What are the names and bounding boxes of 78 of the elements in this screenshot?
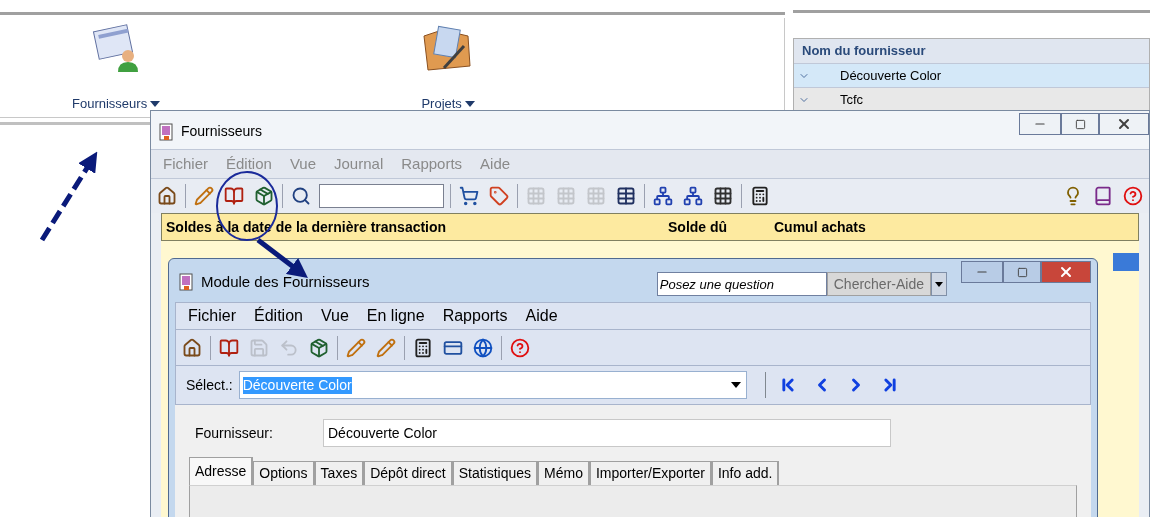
supplier-name-field[interactable]: Découverte Color [323,419,891,447]
grid-icon [526,186,546,206]
tab[interactable]: Options [253,461,315,485]
pencil-icon [194,186,214,206]
tab[interactable]: Info add. [711,461,780,485]
maximize-icon [1074,118,1086,130]
menu-item[interactable]: Édition [254,304,303,328]
grid-icon [713,186,733,206]
box-icon [309,337,329,358]
tree-icon [653,186,673,206]
home-icon [157,186,177,206]
calculator-icon [750,186,770,206]
cart-icon [459,186,479,206]
tag-icon [489,186,509,206]
tab[interactable]: Dépôt direct [364,461,453,485]
tab[interactable]: Adresse [189,457,254,485]
save-icon [249,337,269,358]
maximize-button[interactable] [1061,113,1099,135]
pencil-icon [346,337,366,358]
search-field[interactable] [319,184,444,208]
menu-item[interactable]: Rapports [442,304,508,328]
tree-button[interactable] [681,184,705,208]
tab[interactable]: Statistiques [452,461,539,485]
pencil-button[interactable] [192,184,216,208]
help-icon [510,337,530,358]
home-icon [182,337,202,358]
close-icon [1058,264,1074,280]
question-field[interactable]: Posez une question [656,272,827,296]
book-icon [224,186,244,206]
box-icon [254,186,274,206]
globe-icon [473,337,493,358]
table-icon [616,186,636,206]
select-label: Sélect.: [186,375,233,395]
selected-row [1113,253,1139,271]
minimize-button[interactable] [1019,113,1061,135]
undo-icon [279,337,299,358]
close-button[interactable] [1099,113,1149,135]
maximize-button[interactable] [1003,261,1041,283]
tag-button[interactable] [487,184,511,208]
help-button[interactable] [1121,184,1145,208]
field-label: Fournisseur: [194,423,274,443]
grid-icon [556,186,576,206]
window-title: Fournisseurs [181,122,262,141]
close-button[interactable] [1041,261,1091,283]
help-dropdown-button[interactable] [931,272,947,296]
list-row[interactable]: Tcfc [794,87,1149,111]
cart-button[interactable] [457,184,481,208]
column-header: Nom du fournisseur [794,39,1149,63]
caret-icon [935,281,943,287]
help-icon [1123,186,1143,206]
caret-icon [730,382,741,388]
close-icon [1116,116,1132,132]
help-search-button[interactable]: Chercher-Aide [826,272,931,296]
document-icon [179,273,193,292]
maximize-icon [1016,266,1028,278]
tree-icon [683,186,703,206]
document-icon [159,122,173,141]
tab[interactable]: Mémo [538,461,590,485]
column-title: Soldes à la date de la dernière transaction [166,217,448,237]
tree-button[interactable] [651,184,675,208]
book-icon [219,337,239,358]
list-row[interactable]: Découverte Color [794,63,1149,87]
tab[interactable]: Taxes [314,461,365,485]
menu-item[interactable]: Aide [525,304,558,328]
grid-icon [586,186,606,206]
menu-item[interactable]: En ligne [366,304,425,328]
menu-item[interactable]: Vue [320,304,349,328]
calculator-icon [413,337,433,358]
book-icon [1093,186,1113,206]
tab[interactable]: Importer/Exporter [589,461,712,485]
column-title: Cumul achats [774,217,866,237]
column-title: Solde dû [668,217,729,237]
highlight-ellipse [216,171,278,241]
search-icon [291,186,311,206]
menu-item[interactable]: Fichier [188,304,236,328]
minimize-button[interactable] [961,261,1003,283]
pencil-icon [376,337,396,358]
window-title: Module des Fournisseurs [201,272,370,292]
